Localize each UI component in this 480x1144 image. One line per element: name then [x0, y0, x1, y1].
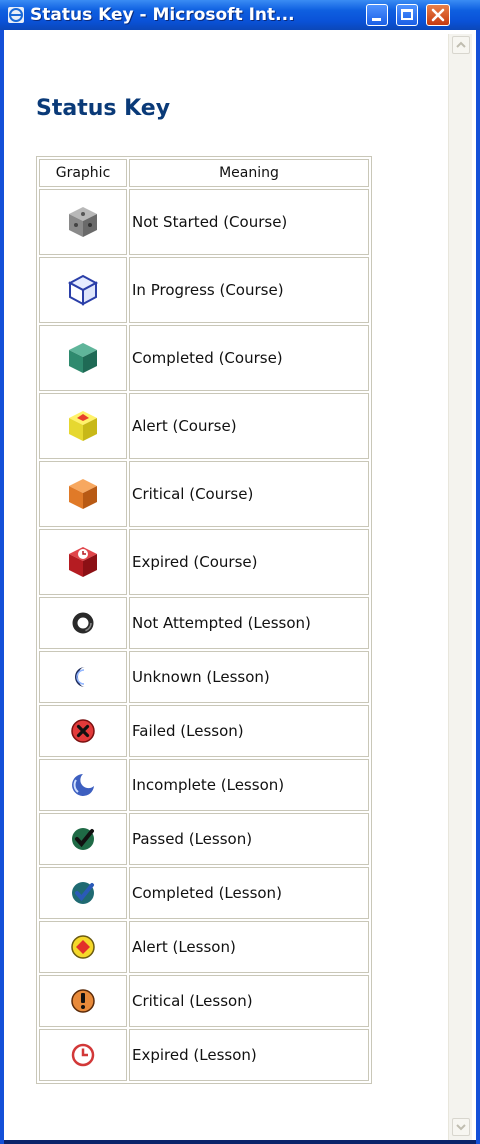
status-meaning: Passed (Lesson) [129, 813, 369, 865]
ring-icon [72, 612, 94, 634]
status-meaning: Alert (Course) [129, 393, 369, 459]
minimize-button[interactable] [366, 4, 388, 26]
column-header-graphic: Graphic [39, 159, 127, 187]
window-frame-right [476, 30, 480, 1144]
status-meaning: Critical (Lesson) [129, 975, 369, 1027]
status-meaning: Expired (Lesson) [129, 1029, 369, 1081]
status-meaning: Failed (Lesson) [129, 705, 369, 757]
table-row: Completed (Lesson) [39, 867, 369, 919]
table-row: Incomplete (Lesson) [39, 759, 369, 811]
orange-cube-icon [69, 479, 97, 509]
page-title: Status Key [36, 96, 171, 121]
status-meaning: Incomplete (Lesson) [129, 759, 369, 811]
crescent-blue-icon [72, 774, 94, 796]
status-meaning: Expired (Course) [129, 529, 369, 595]
close-button[interactable] [426, 4, 450, 26]
maximize-icon [401, 9, 413, 20]
table-row: Expired (Course) [39, 529, 369, 595]
table-row: Not Attempted (Lesson) [39, 597, 369, 649]
table-row: Passed (Lesson) [39, 813, 369, 865]
internet-explorer-icon [8, 7, 24, 23]
scroll-up-button[interactable] [452, 36, 470, 54]
column-header-meaning: Meaning [129, 159, 369, 187]
green-cube-icon [69, 343, 97, 373]
table-row: In Progress (Course) [39, 257, 369, 323]
maximize-button[interactable] [396, 4, 418, 26]
status-key-table: Graphic Meaning Not Started (Course) In … [36, 156, 372, 1084]
table-row: Critical (Lesson) [39, 975, 369, 1027]
red-x-circle-icon [71, 719, 95, 743]
title-bar[interactable]: Status Key - Microsoft Int... [0, 0, 480, 30]
red-clock-cube-icon [69, 547, 97, 577]
browser-window: Status Key - Microsoft Int... Status Key… [0, 0, 480, 1144]
table-row: Expired (Lesson) [39, 1029, 369, 1081]
table-row: Critical (Course) [39, 461, 369, 527]
teal-check-circle-icon [72, 882, 94, 904]
scroll-down-button[interactable] [452, 1118, 470, 1136]
orange-exclamation-circle-icon [71, 989, 95, 1013]
status-meaning: Critical (Course) [129, 461, 369, 527]
chevron-up-icon [456, 41, 466, 48]
vertical-scrollbar[interactable] [448, 34, 472, 1140]
table-header-row: Graphic Meaning [39, 159, 369, 187]
chevron-down-icon [456, 1124, 466, 1131]
status-meaning: Completed (Lesson) [129, 867, 369, 919]
table-row: Alert (Course) [39, 393, 369, 459]
status-meaning: Completed (Course) [129, 325, 369, 391]
status-meaning: In Progress (Course) [129, 257, 369, 323]
table-row: Completed (Course) [39, 325, 369, 391]
table-row: Failed (Lesson) [39, 705, 369, 757]
close-icon [431, 8, 445, 22]
minimize-icon [372, 18, 381, 21]
status-meaning: Not Started (Course) [129, 189, 369, 255]
status-meaning: Unknown (Lesson) [129, 651, 369, 703]
window-title: Status Key - Microsoft Int... [30, 5, 295, 25]
table-row: Unknown (Lesson) [39, 651, 369, 703]
blue-outline-cube-icon [67, 274, 99, 306]
crescent-dark-icon [75, 667, 85, 687]
status-meaning: Not Attempted (Lesson) [129, 597, 369, 649]
green-check-circle-icon [72, 828, 94, 850]
table-row: Not Started (Course) [39, 189, 369, 255]
red-clock-icon [71, 1043, 95, 1067]
gray-cube-icon [69, 207, 97, 237]
yellow-alert-cube-icon [69, 411, 97, 441]
status-meaning: Alert (Lesson) [129, 921, 369, 973]
red-diamond-circle-icon [71, 935, 95, 959]
table-row: Alert (Lesson) [39, 921, 369, 973]
